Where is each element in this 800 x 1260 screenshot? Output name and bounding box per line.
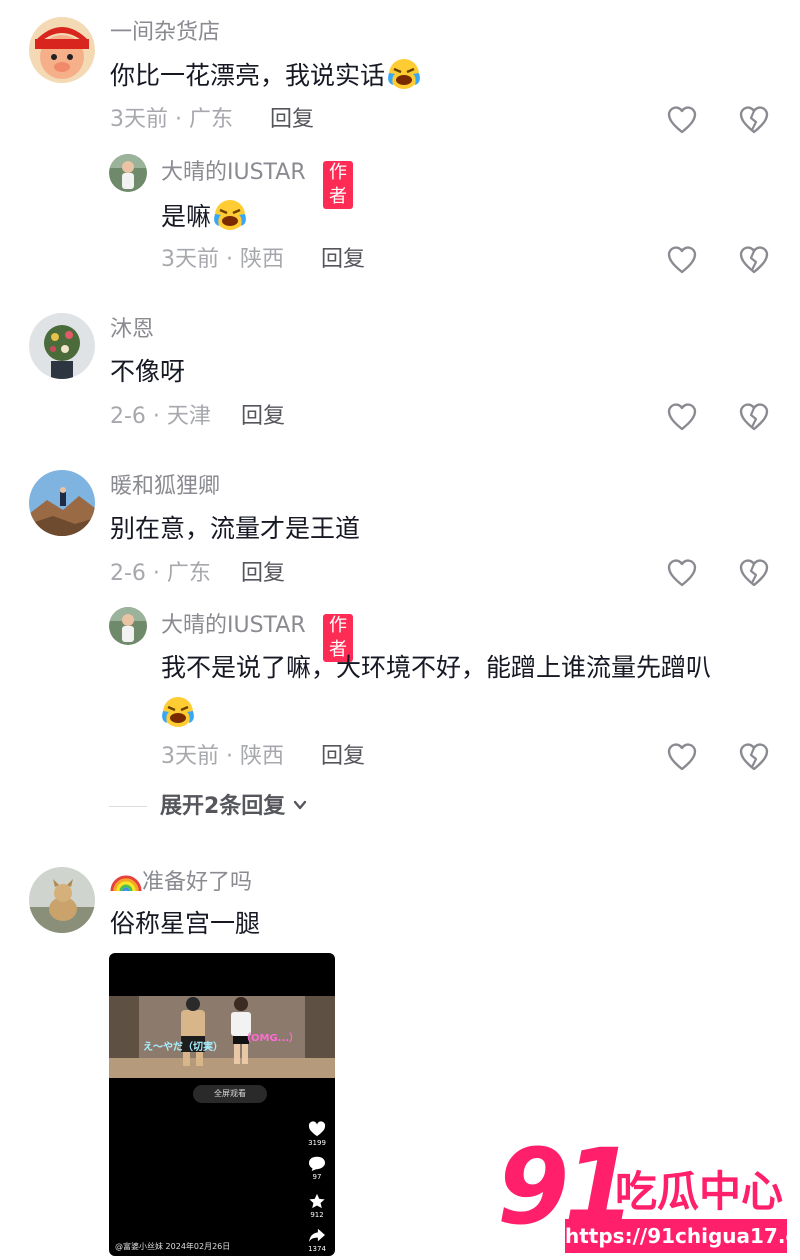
heart-outline-icon[interactable]	[666, 244, 698, 276]
heart-outline-icon[interactable]	[666, 557, 698, 589]
video-like[interactable]: 3199	[305, 1121, 329, 1147]
reply-text: 我不是说了嘛，大环境不好，能蹭上谁流量先蹭叭	[161, 653, 712, 682]
avatar[interactable]	[29, 470, 95, 536]
comment-username[interactable]: 沐恩	[110, 316, 154, 344]
author-badge: 作者	[323, 161, 353, 209]
reply-username[interactable]: 大晴的IUSTAR	[161, 159, 306, 187]
dislike-heart-icon[interactable]	[738, 557, 770, 589]
comment-username[interactable]: 暖和狐狸卿	[110, 473, 220, 501]
heart-outline-icon[interactable]	[666, 741, 698, 773]
expand-replies-button[interactable]: 展开2条回复	[160, 792, 307, 821]
heart-outline-icon[interactable]	[666, 401, 698, 433]
avatar[interactable]	[109, 154, 147, 192]
reply-text: 是嘛	[161, 198, 247, 234]
rainbow-emoji	[110, 867, 142, 895]
share-arrow-icon	[309, 1228, 325, 1243]
video-favorites[interactable]: 912	[305, 1193, 329, 1219]
comment-meta: 2-6 · 广东	[110, 561, 211, 586]
comment-text: 你比一花漂亮，我说实话	[110, 57, 421, 93]
dislike-heart-icon[interactable]	[738, 741, 770, 773]
reply-button[interactable]: 回复	[241, 403, 285, 431]
comment-bubble-icon	[309, 1156, 325, 1171]
reply-username[interactable]: 大晴的IUSTAR	[161, 612, 306, 640]
expand-divider	[109, 806, 147, 807]
video-caption-right: （OMG...）	[241, 1033, 300, 1044]
reply-button[interactable]: 回复	[270, 106, 314, 134]
comment-text: 别在意，流量才是王道	[110, 514, 361, 543]
reply-button[interactable]: 回复	[321, 743, 365, 771]
star-icon	[309, 1193, 325, 1209]
reply-meta: 3天前 · 陕西	[161, 247, 284, 272]
dislike-heart-icon[interactable]	[738, 104, 770, 136]
comment-text: 不像呀	[110, 357, 186, 386]
avatar[interactable]	[109, 607, 147, 645]
heart-outline-icon[interactable]	[666, 104, 698, 136]
watermark-url: https://91chigua17.com	[565, 1219, 800, 1253]
comment-username[interactable]: 一间杂货店	[110, 19, 220, 47]
heart-filled-icon	[308, 1121, 326, 1137]
dislike-heart-icon[interactable]	[738, 244, 770, 276]
avatar[interactable]	[29, 313, 95, 379]
embedded-video[interactable]: え～やだ（切実） （OMG...） 全屏观看 3199 97 912 1374 …	[109, 953, 335, 1256]
video-share[interactable]: 1374	[305, 1227, 329, 1253]
video-caption-left: え～やだ（切実）	[143, 1042, 223, 1053]
comment-meta: 3天前 · 广东	[110, 107, 233, 132]
video-comments[interactable]: 97	[305, 1155, 329, 1181]
comment-meta: 2-6 · 天津	[110, 404, 211, 429]
reply-meta: 3天前 · 陕西	[161, 744, 284, 769]
watermark-logo: 91 吃瓜中心 https://91chigua17.com	[497, 1135, 800, 1257]
laughing-crying-emoji	[213, 198, 247, 232]
video-scene	[109, 996, 335, 1078]
chevron-down-icon	[293, 792, 307, 810]
comment-text: 俗称星宫一腿	[110, 909, 261, 938]
laughing-crying-emoji	[387, 57, 421, 91]
video-author-line: @富婆小丝妹 2024年02月26日	[115, 1242, 231, 1251]
comment-username[interactable]: 准备好了吗	[110, 867, 252, 897]
avatar[interactable]	[29, 867, 95, 933]
avatar[interactable]	[29, 17, 95, 83]
dislike-heart-icon[interactable]	[738, 401, 770, 433]
reply-button[interactable]: 回复	[241, 560, 285, 588]
reply-button[interactable]: 回复	[321, 246, 365, 274]
watermark-name: 吃瓜中心	[615, 1167, 784, 1216]
fullscreen-button[interactable]: 全屏观看	[193, 1085, 267, 1103]
laughing-crying-emoji	[161, 695, 195, 729]
